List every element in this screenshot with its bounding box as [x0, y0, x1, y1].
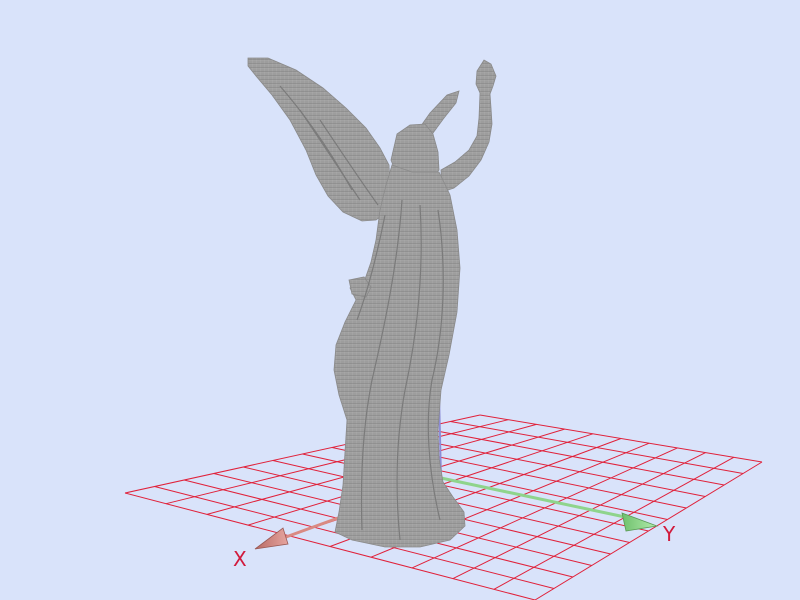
y-axis — [440, 476, 659, 532]
3d-viewport[interactable]: X Y — [0, 0, 800, 600]
y-axis-label: Y — [662, 522, 676, 546]
statue-model[interactable] — [247, 57, 497, 548]
statue-body — [333, 164, 466, 548]
scene-canvas[interactable]: X Y — [0, 0, 800, 600]
grid-line — [534, 461, 763, 600]
statue-raised-arm — [440, 59, 497, 193]
x-axis-label: X — [233, 547, 247, 571]
